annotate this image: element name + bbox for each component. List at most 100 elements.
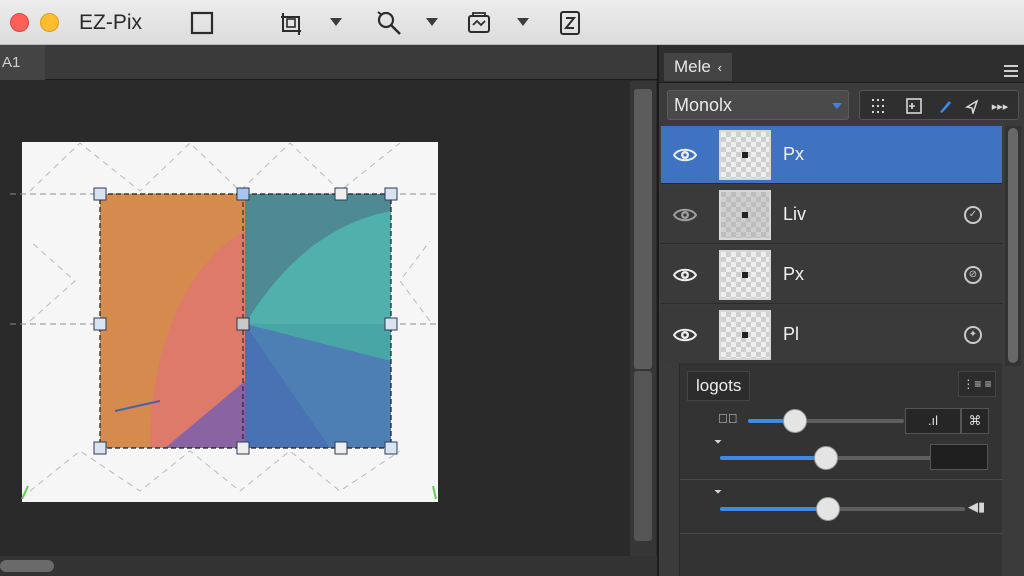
- more-tools-icon: ▸▸▸: [991, 100, 1009, 113]
- adjust-icon: [468, 12, 490, 33]
- handle-mid-left: [93, 317, 107, 331]
- canvas-viewport[interactable]: [0, 81, 627, 556]
- eye-visibility-icon[interactable]: [673, 205, 697, 225]
- chevron-down-icon: [832, 103, 842, 109]
- grid-tool-button[interactable]: [866, 94, 890, 118]
- horizontal-scrollbar[interactable]: [0, 556, 657, 576]
- handle-top-mid: [236, 187, 250, 201]
- mask-button[interactable]: ⌘: [961, 408, 989, 434]
- arrow-icon: [964, 99, 979, 114]
- document-tab-label: A1: [2, 54, 21, 71]
- properties-options-button[interactable]: ⋮≡ ≡: [958, 371, 996, 397]
- document-tab-bar: A1: [0, 45, 657, 80]
- handle-top-left: [93, 187, 107, 201]
- export-button[interactable]: [556, 9, 584, 37]
- section-divider: [680, 479, 1003, 480]
- panel-gutter: [659, 363, 679, 576]
- layer-list-scroll-thumb[interactable]: [1008, 128, 1018, 363]
- frame-icon: [906, 98, 922, 114]
- horizontal-scroll-thumb[interactable]: [0, 560, 54, 572]
- layer-thumbnail: [719, 250, 771, 300]
- section-divider: [680, 533, 1003, 534]
- layer-thumbnail: [719, 190, 771, 240]
- layer-tool-group: ▸▸▸: [859, 90, 1019, 120]
- handle-bottom-left: [93, 441, 107, 455]
- properties-section: logots ⋮≡ ≡ ⊂⃯ .ıl ⌘ ⏷ ⏷ ◀▮: [679, 363, 1003, 576]
- link-icon: ⊂⃯: [718, 411, 738, 426]
- editor-area: A1: [0, 45, 657, 576]
- handle-top-right-inner: [334, 187, 348, 201]
- zoom-button[interactable]: [375, 9, 403, 37]
- adjust-dropdown-caret[interactable]: [517, 18, 529, 26]
- blend-mode-value: Monolx: [674, 95, 733, 115]
- frame-tool-button[interactable]: [902, 94, 926, 118]
- layer-row[interactable]: Px ⊘: [661, 246, 1002, 304]
- list-icon: ⋮≡ ≡: [962, 377, 992, 391]
- mask-icon: ⌘: [968, 413, 982, 428]
- vertical-scroll-track-segment: [634, 371, 652, 541]
- panel-tab[interactable]: Mele ‹: [664, 53, 732, 81]
- slider-knob[interactable]: [782, 409, 807, 433]
- eye-visibility-icon[interactable]: [673, 325, 697, 345]
- zoom-icon: [377, 11, 401, 35]
- zoom-dropdown-caret[interactable]: [426, 18, 438, 26]
- blend-mode-select[interactable]: Monolx: [667, 90, 849, 120]
- handle-bottom-right: [384, 441, 398, 455]
- transform-icon: [281, 13, 301, 35]
- eye-visibility-icon[interactable]: [673, 265, 697, 285]
- minimize-window-button[interactable]: [40, 13, 59, 32]
- app-title: EZ-Pix: [79, 11, 142, 34]
- canvas-artboard[interactable]: [0, 81, 627, 556]
- grid-icon: [872, 99, 884, 113]
- handle-bottom-mid: [236, 441, 250, 455]
- slider-knob[interactable]: [815, 497, 840, 521]
- layer-name: Px: [783, 144, 805, 164]
- transform-dropdown-caret[interactable]: [330, 18, 342, 26]
- panel-menu-icon[interactable]: [1004, 65, 1018, 80]
- slider-knob[interactable]: [814, 446, 838, 470]
- more-tools-button[interactable]: ▸▸▸: [988, 94, 1012, 118]
- layer-status-badge[interactable]: ✓: [964, 206, 982, 224]
- handle-top-right: [384, 187, 398, 201]
- crop-square-button[interactable]: [188, 9, 216, 37]
- layers-panel: Mele ‹ Monolx ▸▸▸ Px Liv ✓ Px ⊘ Pl ✦ log…: [657, 45, 1024, 576]
- layer-status-badge[interactable]: ✦: [964, 326, 982, 344]
- filter-icon: ⏷: [714, 487, 722, 498]
- vertical-scroll-thumb[interactable]: [634, 89, 652, 369]
- transform-button[interactable]: [277, 9, 305, 37]
- layer-row[interactable]: Pl ✦: [661, 306, 1002, 364]
- arrow-tool-button[interactable]: [960, 94, 984, 118]
- layer-thumbnail: [719, 130, 771, 180]
- title-bar: EZ-Pix: [0, 0, 1024, 45]
- panel-tab-label: Mele: [674, 57, 711, 76]
- panel-header: Mele ‹: [659, 45, 1024, 83]
- collapse-chevron-icon[interactable]: ‹: [718, 60, 722, 75]
- layer-list: Px Liv ✓ Px ⊘ Pl ✦: [661, 126, 1002, 366]
- properties-title: logots: [687, 371, 751, 401]
- layer-name: Px: [783, 264, 805, 284]
- slider-fill: [720, 456, 826, 460]
- layer-status-badge[interactable]: ⊘: [964, 266, 982, 284]
- layer-row[interactable]: Px: [661, 126, 1002, 184]
- signal-icon: .ıl: [927, 413, 939, 428]
- adjust-button[interactable]: [465, 9, 493, 37]
- handle-center: [236, 317, 250, 331]
- vertical-scrollbar[interactable]: [630, 81, 656, 556]
- layer-name: Pl: [783, 324, 800, 344]
- color-swatch[interactable]: [930, 444, 988, 470]
- layer-row[interactable]: Liv ✓: [661, 186, 1002, 244]
- volume-icon[interactable]: ◀▮: [968, 499, 985, 515]
- layer-thumbnail: [719, 310, 771, 360]
- slider-track[interactable]: [720, 497, 965, 521]
- brush-tool-button[interactable]: [934, 94, 958, 118]
- handle-mid-right: [384, 317, 398, 331]
- close-window-button[interactable]: [10, 13, 29, 32]
- layer-list-scrollbar[interactable]: [1005, 126, 1021, 366]
- layer-name: Liv: [783, 204, 807, 224]
- slider-track[interactable]: [720, 446, 932, 470]
- slider-value-box[interactable]: .ıl: [905, 408, 961, 434]
- eye-visibility-icon[interactable]: [673, 145, 697, 165]
- filter-icon: ⏷: [714, 437, 722, 448]
- slider-track[interactable]: [748, 409, 904, 433]
- document-tab[interactable]: A1: [0, 45, 45, 80]
